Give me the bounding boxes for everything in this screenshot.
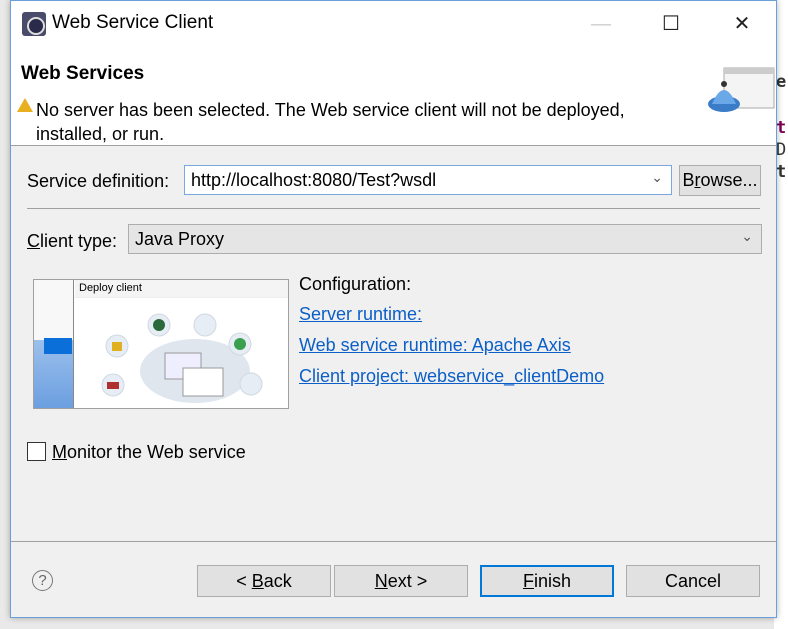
- configuration-label: Configuration:: [299, 274, 412, 294]
- window-title: Web Service Client: [52, 12, 214, 33]
- client-type-select[interactable]: Java Proxy ⌄: [128, 224, 762, 254]
- service-definition-label: Service definition:: [27, 171, 170, 191]
- back-button[interactable]: < Back: [197, 565, 331, 597]
- service-definition-combo[interactable]: http://localhost:8080/Test?wsdl ⌄: [184, 165, 672, 195]
- bg-text: t: [776, 118, 787, 138]
- deploy-client-diagram: [101, 313, 263, 403]
- separator: [11, 541, 776, 542]
- bg-text: D: [776, 140, 787, 160]
- web-service-bell-icon: [708, 67, 775, 112]
- cancel-button[interactable]: Cancel: [626, 565, 760, 597]
- close-button[interactable]: ✕: [722, 9, 762, 39]
- scenario-slider[interactable]: [34, 280, 74, 408]
- monitor-label[interactable]: Monitor the Web service: [52, 442, 246, 463]
- slider-thumb[interactable]: [44, 338, 72, 354]
- separator: [27, 208, 760, 209]
- deployment-preview: Deploy client: [33, 279, 289, 409]
- chevron-down-icon[interactable]: ⌄: [651, 169, 663, 186]
- client-type-label: Client type:: [27, 231, 118, 251]
- page-title: Web Services: [21, 63, 145, 84]
- monitor-checkbox[interactable]: [27, 442, 46, 461]
- wizard-header: Web Services No server has been selected…: [11, 46, 776, 146]
- server-runtime-link[interactable]: Server runtime:: [299, 304, 422, 325]
- bg-text: t: [776, 162, 787, 182]
- warning-icon: [17, 98, 33, 112]
- eclipse-icon: [22, 12, 46, 36]
- client-type-value: Java Proxy: [135, 229, 225, 249]
- client-project-link[interactable]: Client project: webservice_clientDemo: [299, 366, 604, 387]
- maximize-button[interactable]: ☐: [651, 9, 691, 39]
- next-button[interactable]: Next >: [334, 565, 468, 597]
- minimize-button[interactable]: —: [581, 9, 621, 39]
- title-bar: Web Service Client — ☐ ✕: [11, 1, 776, 46]
- service-definition-value: http://localhost:8080/Test?wsdl: [191, 170, 437, 190]
- finish-button[interactable]: Finish: [480, 565, 614, 597]
- bg-text: e: [776, 72, 787, 92]
- browse-button[interactable]: Browse...: [679, 165, 761, 196]
- header-message: No server has been selected. The Web ser…: [36, 100, 625, 144]
- web-service-runtime-link[interactable]: Web service runtime: Apache Axis: [299, 335, 571, 356]
- help-icon[interactable]: ?: [32, 570, 53, 591]
- chevron-down-icon[interactable]: ⌄: [741, 228, 753, 245]
- web-service-client-dialog: Web Service Client — ☐ ✕ Web Services No…: [10, 0, 777, 618]
- preview-caption: Deploy client: [75, 280, 288, 298]
